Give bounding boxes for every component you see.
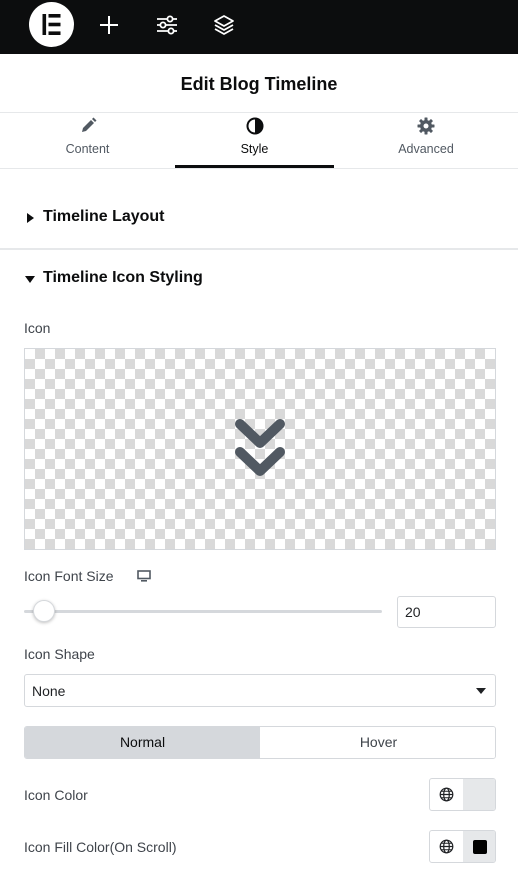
icon-fill-color-control: [429, 830, 496, 863]
pencil-icon: [81, 117, 96, 132]
layers-icon: [214, 15, 234, 35]
tab-advanced[interactable]: Advanced: [334, 113, 518, 169]
panel-tabs: Content Style Advanced: [0, 112, 518, 169]
icon-fill-color-picker[interactable]: [463, 831, 495, 862]
icon-fill-color-swatch: [473, 840, 487, 854]
tab-style[interactable]: Style: [175, 113, 334, 169]
active-tab-indicator: [175, 165, 334, 168]
icon-font-size-slider[interactable]: [24, 610, 382, 613]
state-toggle: Normal Hover: [24, 726, 496, 759]
tab-normal[interactable]: Normal: [25, 727, 260, 758]
tab-content[interactable]: Content: [0, 113, 175, 169]
chevron-down-icon: [476, 688, 486, 694]
panel-title: Edit Blog Timeline: [180, 73, 338, 94]
tab-content-label: Content: [65, 142, 110, 156]
tab-hover[interactable]: Hover: [261, 727, 495, 758]
section-timeline-layout[interactable]: Timeline Layout: [0, 188, 518, 248]
global-colors-button[interactable]: [430, 831, 463, 862]
icon-color-control: [429, 778, 496, 811]
section-timeline-icon-styling[interactable]: Timeline Icon Styling: [0, 249, 518, 309]
icon-shape-value: None: [32, 683, 66, 699]
icon-shape-label: Icon Shape: [24, 646, 95, 662]
panel-header: Edit Blog Timeline: [0, 54, 518, 114]
section-timeline-layout-title: Timeline Layout: [43, 208, 165, 225]
icon-picker-preview[interactable]: [24, 348, 496, 550]
desktop-icon[interactable]: [137, 570, 151, 582]
icon-font-size-slider-handle[interactable]: [33, 600, 56, 622]
icon-shape-select[interactable]: None: [24, 674, 496, 707]
site-settings-button[interactable]: [152, 10, 182, 40]
tab-advanced-label: Advanced: [398, 142, 454, 156]
section-timeline-icon-styling-title: Timeline Icon Styling: [43, 269, 203, 286]
icon-font-size-label: Icon Font Size: [24, 568, 114, 584]
structure-button[interactable]: [209, 10, 239, 40]
top-bar: [0, 0, 518, 54]
icon-label: Icon: [24, 320, 51, 336]
plus-icon: [100, 16, 118, 34]
globe-icon: [439, 839, 454, 854]
caret-down-icon: [25, 276, 35, 283]
icon-color-swatch: [473, 788, 487, 802]
double-chevron-down-icon: [235, 419, 285, 476]
icon-color-label: Icon Color: [24, 787, 88, 803]
add-element-button[interactable]: [94, 10, 124, 40]
caret-right-icon: [27, 213, 34, 223]
icon-font-size-input[interactable]: [397, 596, 496, 628]
icon-color-picker[interactable]: [463, 779, 495, 810]
globe-icon: [439, 787, 454, 802]
tab-style-label: Style: [240, 142, 269, 156]
contrast-icon: [246, 117, 263, 135]
gear-icon: [417, 117, 435, 135]
icon-fill-color-label: Icon Fill Color(On Scroll): [24, 839, 177, 855]
global-colors-button[interactable]: [430, 779, 463, 810]
sliders-icon: [157, 15, 177, 35]
elementor-logo-icon[interactable]: [29, 2, 74, 47]
